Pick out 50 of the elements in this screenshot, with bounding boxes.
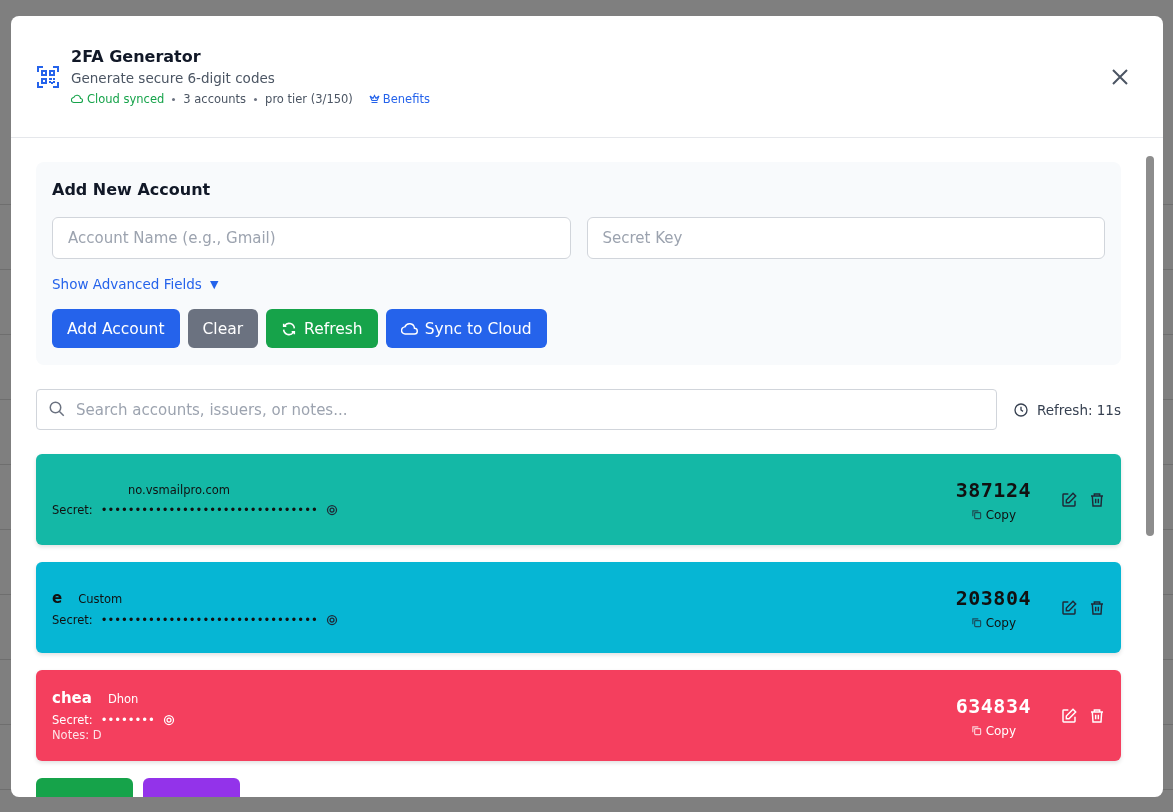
eye-icon[interactable] <box>325 613 338 626</box>
account-notes: Notes: D <box>52 728 103 742</box>
otp-code: 634834 <box>955 693 1031 718</box>
modal-subtitle: Generate secure 6-digit codes <box>71 70 276 86</box>
account-name-field[interactable]: Account Name (e.g., Gmail) <box>52 217 571 259</box>
advanced-fields-toggle[interactable]: Show Advanced Fields ▼ <box>52 276 219 292</box>
copy-button[interactable]: Copy <box>970 507 1017 522</box>
account-name: chea <box>52 689 92 707</box>
cloud-button[interactable]: Sync to Cloud <box>385 309 547 348</box>
close-button[interactable] <box>1111 67 1129 86</box>
secret-label: Secret: <box>52 502 93 517</box>
masked-secret: •••••••••••••••••••••••••••••••• <box>100 612 318 627</box>
masked-secret: •••••••••••••••••••••••••••••••• <box>100 502 318 517</box>
otp-code: 203804 <box>955 585 1031 610</box>
cloud-icon <box>400 321 418 336</box>
copy-button[interactable]: Copy <box>970 615 1017 630</box>
account-count: 3 accounts <box>183 92 247 106</box>
refresh-timer: Refresh: 11s <box>1036 401 1121 418</box>
account-name: e <box>52 588 63 607</box>
account-issuer: no.vsmailpro.com <box>128 482 231 497</box>
account-issuer: Dhon <box>107 692 139 706</box>
refresh-icon <box>281 320 298 337</box>
neutral-button[interactable]: Clear <box>187 309 259 348</box>
eye-icon[interactable] <box>325 503 338 516</box>
primary-button[interactable]: Add Account <box>52 309 180 348</box>
crown-icon <box>368 94 380 104</box>
edit-button[interactable] <box>1061 491 1077 508</box>
qr-code-icon <box>37 65 59 88</box>
delete-button[interactable] <box>1089 491 1105 508</box>
copy-button[interactable]: Copy <box>970 723 1017 738</box>
sync-status: Cloud synced <box>87 92 165 106</box>
copy-icon <box>970 617 982 628</box>
delete-button[interactable] <box>1089 599 1105 616</box>
copy-icon <box>970 725 982 736</box>
secret-key-field[interactable]: Secret Key <box>586 217 1105 259</box>
copy-icon <box>970 509 982 520</box>
secret-label: Secret: <box>52 612 93 627</box>
edit-button[interactable] <box>1061 599 1077 616</box>
cloud-icon <box>71 94 83 104</box>
section-title: Add New Account <box>52 180 212 199</box>
search-field[interactable]: Search accounts, issuers, or notes... <box>36 389 997 430</box>
secret-label: Secret: <box>52 713 93 727</box>
refresh-button[interactable]: Refresh <box>266 309 378 348</box>
account-issuer: Custom <box>78 591 123 606</box>
clock-icon <box>1012 401 1029 418</box>
otp-code: 387124 <box>955 477 1031 502</box>
masked-secret: •••••••• <box>100 713 155 727</box>
modal-title: 2FA Generator <box>71 47 202 66</box>
benefits-link[interactable]: Benefits <box>368 92 430 106</box>
tier-label: pro tier (3/150) <box>265 92 353 106</box>
